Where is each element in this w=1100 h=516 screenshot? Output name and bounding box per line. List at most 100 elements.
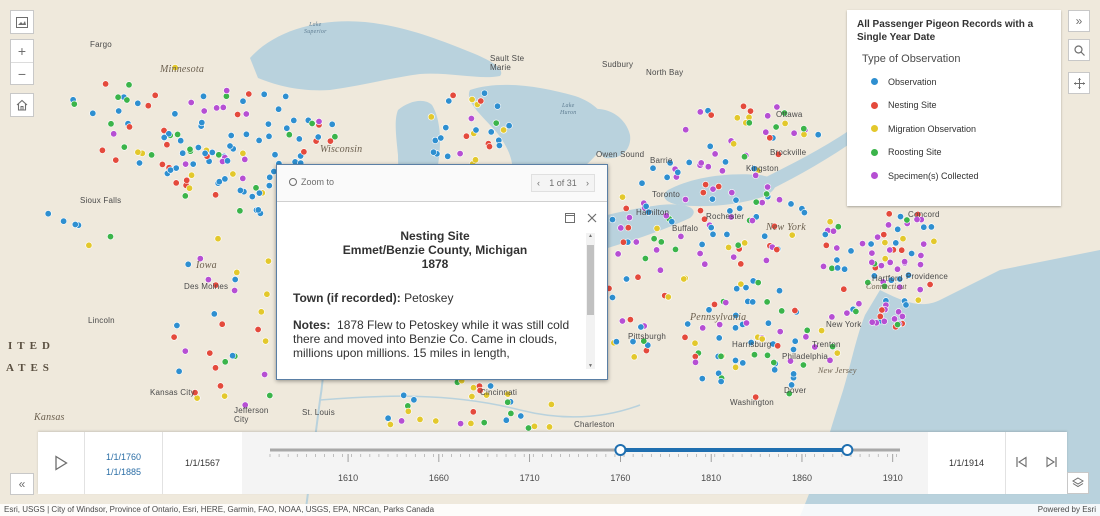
observation-point[interactable] — [449, 91, 457, 99]
observation-point[interactable] — [622, 275, 630, 283]
observation-point[interactable] — [698, 375, 706, 383]
observation-point[interactable] — [894, 225, 902, 233]
observation-point[interactable] — [634, 273, 642, 281]
powered-by[interactable]: Powered by Esri — [1038, 505, 1096, 515]
observation-point[interactable] — [843, 309, 851, 317]
observation-point[interactable] — [71, 221, 79, 229]
observation-point[interactable] — [144, 102, 152, 110]
observation-point[interactable] — [740, 153, 748, 161]
observation-point[interactable] — [874, 233, 882, 241]
observation-point[interactable] — [236, 186, 244, 194]
observation-point[interactable] — [868, 258, 876, 266]
observation-point[interactable] — [227, 132, 235, 140]
observation-point[interactable] — [85, 241, 93, 249]
observation-point[interactable] — [239, 174, 247, 182]
observation-point[interactable] — [886, 258, 894, 266]
close-icon[interactable] — [587, 212, 597, 226]
search-icon[interactable] — [1068, 39, 1090, 61]
observation-point[interactable] — [480, 419, 488, 427]
observation-point[interactable] — [239, 97, 247, 105]
observation-point[interactable] — [248, 193, 256, 201]
observation-point[interactable] — [618, 317, 626, 325]
observation-point[interactable] — [186, 145, 194, 153]
observation-point[interactable] — [226, 142, 234, 150]
observation-point[interactable] — [201, 149, 209, 157]
observation-point[interactable] — [206, 349, 214, 357]
observation-point[interactable] — [763, 298, 771, 306]
observation-point[interactable] — [641, 255, 649, 263]
observation-point[interactable] — [213, 104, 221, 112]
observation-point[interactable] — [134, 148, 142, 156]
observation-point[interactable] — [682, 126, 690, 134]
observation-point[interactable] — [200, 92, 208, 100]
observation-point[interactable] — [608, 216, 616, 224]
observation-point[interactable] — [457, 420, 465, 428]
observation-point[interactable] — [170, 333, 178, 341]
observation-point[interactable] — [742, 284, 750, 292]
observation-point[interactable] — [115, 107, 123, 115]
observation-point[interactable] — [98, 146, 106, 154]
observation-point[interactable] — [545, 423, 553, 431]
observation-point[interactable] — [877, 262, 885, 270]
observation-point[interactable] — [656, 266, 664, 274]
observation-point[interactable] — [762, 128, 770, 136]
zoom-to-button[interactable]: Zoom to — [289, 177, 334, 187]
observation-point[interactable] — [218, 320, 226, 328]
observation-point[interactable] — [217, 382, 225, 390]
observation-point[interactable] — [223, 87, 231, 95]
observation-point[interactable] — [920, 223, 928, 231]
collapse-icon[interactable]: « — [10, 473, 34, 495]
observation-point[interactable] — [221, 392, 229, 400]
observation-point[interactable] — [899, 235, 907, 243]
observation-point[interactable] — [773, 246, 781, 254]
observation-point[interactable] — [764, 319, 772, 327]
observation-point[interactable] — [730, 253, 738, 261]
observation-point[interactable] — [725, 243, 733, 251]
observation-point[interactable] — [242, 110, 250, 118]
observation-point[interactable] — [467, 419, 475, 427]
observation-point[interactable] — [233, 268, 241, 276]
observation-point[interactable] — [386, 420, 394, 428]
observation-point[interactable] — [800, 125, 808, 133]
observation-point[interactable] — [819, 262, 827, 270]
observation-point[interactable] — [763, 351, 771, 359]
observation-point[interactable] — [214, 235, 222, 243]
observation-point[interactable] — [427, 113, 435, 121]
observation-point[interactable] — [717, 377, 725, 385]
observation-point[interactable] — [701, 260, 709, 268]
observation-point[interactable] — [800, 209, 808, 217]
observation-point[interactable] — [467, 115, 475, 123]
observation-point[interactable] — [663, 173, 671, 181]
observation-point[interactable] — [212, 191, 220, 199]
observation-point[interactable] — [622, 204, 630, 212]
observation-point[interactable] — [125, 81, 133, 89]
play-button[interactable] — [38, 432, 85, 494]
observation-point[interactable] — [265, 132, 273, 140]
observation-point[interactable] — [728, 189, 736, 197]
observation-point[interactable] — [677, 232, 685, 240]
observation-point[interactable] — [462, 132, 470, 140]
observation-point[interactable] — [158, 160, 166, 168]
basemap-gallery-control[interactable] — [10, 10, 34, 34]
observation-point[interactable] — [920, 240, 928, 248]
observation-point[interactable] — [265, 182, 273, 190]
observation-point[interactable] — [868, 249, 876, 257]
observation-point[interactable] — [432, 417, 440, 425]
observation-point[interactable] — [285, 131, 293, 139]
next-feature-icon[interactable]: › — [586, 178, 589, 188]
popup-scrollbar[interactable]: ▲ ▼ — [586, 233, 595, 369]
observation-point[interactable] — [500, 126, 508, 134]
observation-point[interactable] — [112, 156, 120, 164]
dock-icon[interactable] — [565, 212, 575, 226]
observation-point[interactable] — [892, 239, 900, 247]
observation-point[interactable] — [664, 293, 672, 301]
observation-point[interactable] — [264, 120, 272, 128]
observation-point[interactable] — [224, 157, 232, 165]
observation-point[interactable] — [711, 150, 719, 158]
observation-point[interactable] — [761, 232, 769, 240]
observation-point[interactable] — [212, 364, 220, 372]
observation-point[interactable] — [723, 230, 731, 238]
observation-point[interactable] — [215, 151, 223, 159]
observation-point[interactable] — [181, 347, 189, 355]
observation-point[interactable] — [445, 97, 453, 105]
